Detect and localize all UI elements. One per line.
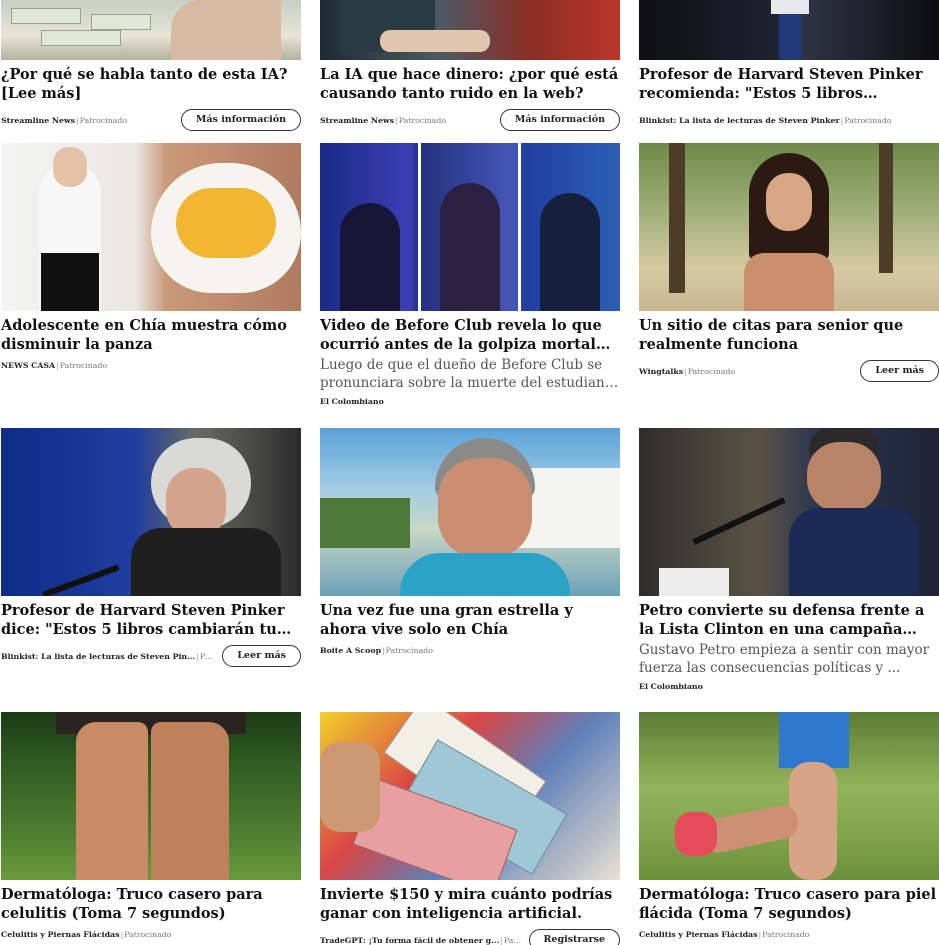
card-title[interactable]: Profesor de Harvard Steven Pinker recomi…	[639, 65, 939, 103]
money-stacks-image[interactable]	[1, 0, 301, 60]
ad-card-pinker-dice[interactable]: Profesor de Harvard Steven Pinker dice: …	[1, 428, 301, 667]
advertiser-name: Celulitis y Piernas Flácidas	[1, 929, 120, 939]
colombian-cash-image[interactable]	[320, 712, 620, 880]
steven-pinker-image[interactable]	[1, 428, 301, 596]
card-title[interactable]: Dermatóloga: Truco casero para piel flác…	[639, 885, 939, 923]
advertiser-name: Streamline News	[320, 115, 395, 125]
sponsored-label: Patrocinado	[687, 366, 736, 376]
advertiser-name: Wingtalks	[639, 366, 684, 376]
card-title[interactable]: La IA que hace dinero: ¿por qué está cau…	[320, 65, 620, 103]
ad-card-pinker-recomienda[interactable]: Profesor de Harvard Steven Pinker recomi…	[639, 0, 939, 131]
sponsored-label: Patrocinado	[503, 935, 523, 945]
card-title[interactable]: Profesor de Harvard Steven Pinker dice: …	[1, 601, 301, 639]
sponsored-label: Patrocinado	[398, 115, 447, 125]
card-description[interactable]: Luego de que el dueño de Before Club se …	[320, 356, 620, 392]
read-more-button[interactable]: Leer más	[222, 645, 301, 667]
ad-card-gran-estrella[interactable]: Una vez fue una gran estrella y ahora vi…	[320, 428, 620, 657]
sponsored-label: Patrocinado	[762, 929, 810, 939]
card-description[interactable]: Gustavo Petro empieza a sentir con mayor…	[639, 641, 939, 677]
advertiser-name: Blinkist: La lista de lecturas de Steven…	[1, 651, 196, 661]
ad-card-ia-dinero[interactable]: La IA que hace dinero: ¿por qué está cau…	[320, 0, 620, 131]
legs-cellulite-image[interactable]	[1, 712, 301, 880]
woman-and-egg-image[interactable]	[1, 143, 301, 311]
sponsored-label: Patrocinado	[385, 645, 433, 655]
sponsored-label: Patrocinado	[59, 360, 108, 370]
news-card-petro[interactable]: Petro convierte su defensa frente a la L…	[639, 428, 939, 693]
ad-card-invierte[interactable]: Invierte $150 y mira cuánto podrías gana…	[320, 712, 620, 945]
source-name: El Colombiano	[639, 681, 703, 691]
card-title[interactable]: Dermatóloga: Truco casero para celulitis…	[1, 885, 301, 923]
card-title[interactable]: Adolescente en Chía muestra cómo disminu…	[1, 316, 301, 354]
card-title[interactable]: Video de Before Club revela lo que ocurr…	[320, 316, 620, 354]
ad-card-celulitis[interactable]: Dermatóloga: Truco casero para celulitis…	[1, 712, 301, 941]
club-video-image[interactable]	[320, 143, 620, 311]
sponsored-label: Patrocinado	[124, 929, 172, 939]
advertiser-name: TradeGPT: ¡Tu forma fácil de obtener g..…	[320, 935, 500, 945]
news-card-before-club[interactable]: Video de Before Club revela lo que ocurr…	[320, 143, 620, 408]
card-title[interactable]: Una vez fue una gran estrella y ahora vi…	[320, 601, 620, 639]
card-title[interactable]: Un sitio de citas para senior que realme…	[639, 316, 939, 354]
woman-in-park-image[interactable]	[639, 143, 939, 311]
advertiser-name: NEWS CASA	[1, 360, 56, 370]
ad-card-piel-flacida[interactable]: Dermatóloga: Truco casero para piel flác…	[639, 712, 939, 941]
more-info-button[interactable]: Más información	[499, 109, 620, 131]
laptop-typing-image[interactable]	[320, 0, 620, 60]
advertiser-name: Streamline News	[1, 115, 76, 125]
sponsored-label: Patrocinado	[79, 115, 128, 125]
gustavo-petro-image[interactable]	[639, 428, 939, 596]
advertiser-name: Blinkist: La lista de lecturas de Steven…	[639, 115, 840, 125]
ad-card-citas-senior[interactable]: Un sitio de citas para senior que realme…	[639, 143, 939, 382]
card-title[interactable]: Petro convierte su defensa frente a la L…	[639, 601, 939, 639]
read-more-button[interactable]: Leer más	[860, 360, 939, 382]
advertiser-name: Celulitis y Piernas Flácidas	[639, 929, 758, 939]
older-man-pool-image[interactable]	[320, 428, 620, 596]
advertiser-name: Boite A Scoop	[320, 645, 382, 655]
ad-card-ia-lee-mas[interactable]: ¿Por qué se habla tanto de esta IA? [Lee…	[1, 0, 301, 131]
more-info-button[interactable]: Más información	[180, 109, 301, 131]
running-legs-image[interactable]	[639, 712, 939, 880]
card-title[interactable]: Invierte $150 y mira cuánto podrías gana…	[320, 885, 620, 923]
card-title[interactable]: ¿Por qué se habla tanto de esta IA? [Lee…	[1, 65, 301, 103]
sponsored-label: Patrocinado	[844, 115, 892, 125]
sponsored-label: Patrocinado	[199, 651, 217, 661]
register-button[interactable]: Registrarse	[528, 929, 620, 945]
ad-card-adolescente-chia[interactable]: Adolescente en Chía muestra cómo disminu…	[1, 143, 301, 372]
source-name: El Colombiano	[320, 396, 384, 406]
man-in-suit-image[interactable]	[639, 0, 939, 60]
